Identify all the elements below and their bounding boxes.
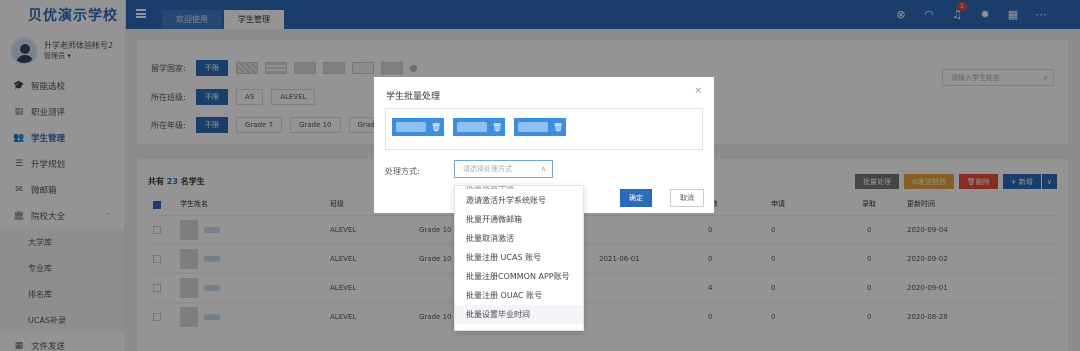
dropdown-option[interactable]: 批量注册 OUAC 账号: [455, 286, 583, 305]
dialog-title: 学生批量处理: [386, 92, 441, 102]
dropdown-option[interactable]: 批量取消激活: [455, 229, 583, 248]
confirm-button[interactable]: 确定: [620, 189, 652, 207]
cancel-button[interactable]: 取消: [670, 189, 704, 207]
student-name-redacted: [518, 122, 548, 132]
trash-icon[interactable]: 🗑: [553, 123, 563, 132]
student-name-redacted: [396, 122, 426, 132]
selected-student-chip: 🗑: [453, 118, 505, 136]
selected-student-chip: 🗑: [514, 118, 566, 136]
dropdown-option[interactable]: 批量注册 UCAS 账号: [455, 248, 583, 267]
method-label: 处理方式:: [385, 167, 420, 176]
selected-students-box: 🗑 🗑 🗑: [385, 108, 703, 150]
dropdown-option[interactable]: 批量注册COMMON APP账号: [455, 267, 583, 286]
dropdown-option[interactable]: 批量开通微邮箱: [455, 210, 583, 229]
process-method-dropdown: 批量设置年级 邀请激活升学系统账号 批量开通微邮箱 批量取消激活 批量注册 UC…: [454, 185, 584, 331]
selected-student-chip: 🗑: [392, 118, 444, 136]
process-method-select[interactable]: 请选择处理方式 ∧: [454, 160, 553, 178]
chevron-up-icon: ∧: [540, 165, 546, 173]
close-icon[interactable]: ×: [694, 86, 702, 96]
student-name-redacted: [457, 122, 487, 132]
dropdown-option[interactable]: 批量设置毕业时间: [455, 305, 583, 324]
dropdown-option[interactable]: 邀请激活升学系统账号: [455, 191, 583, 210]
app-root: 贝优演示学校 升学老师体验帐号2 管理员 ▾ 🎓 智能选校 ▤ 职业测评 👥 学…: [0, 0, 1080, 351]
trash-icon[interactable]: 🗑: [431, 123, 441, 132]
trash-icon[interactable]: 🗑: [492, 123, 502, 132]
